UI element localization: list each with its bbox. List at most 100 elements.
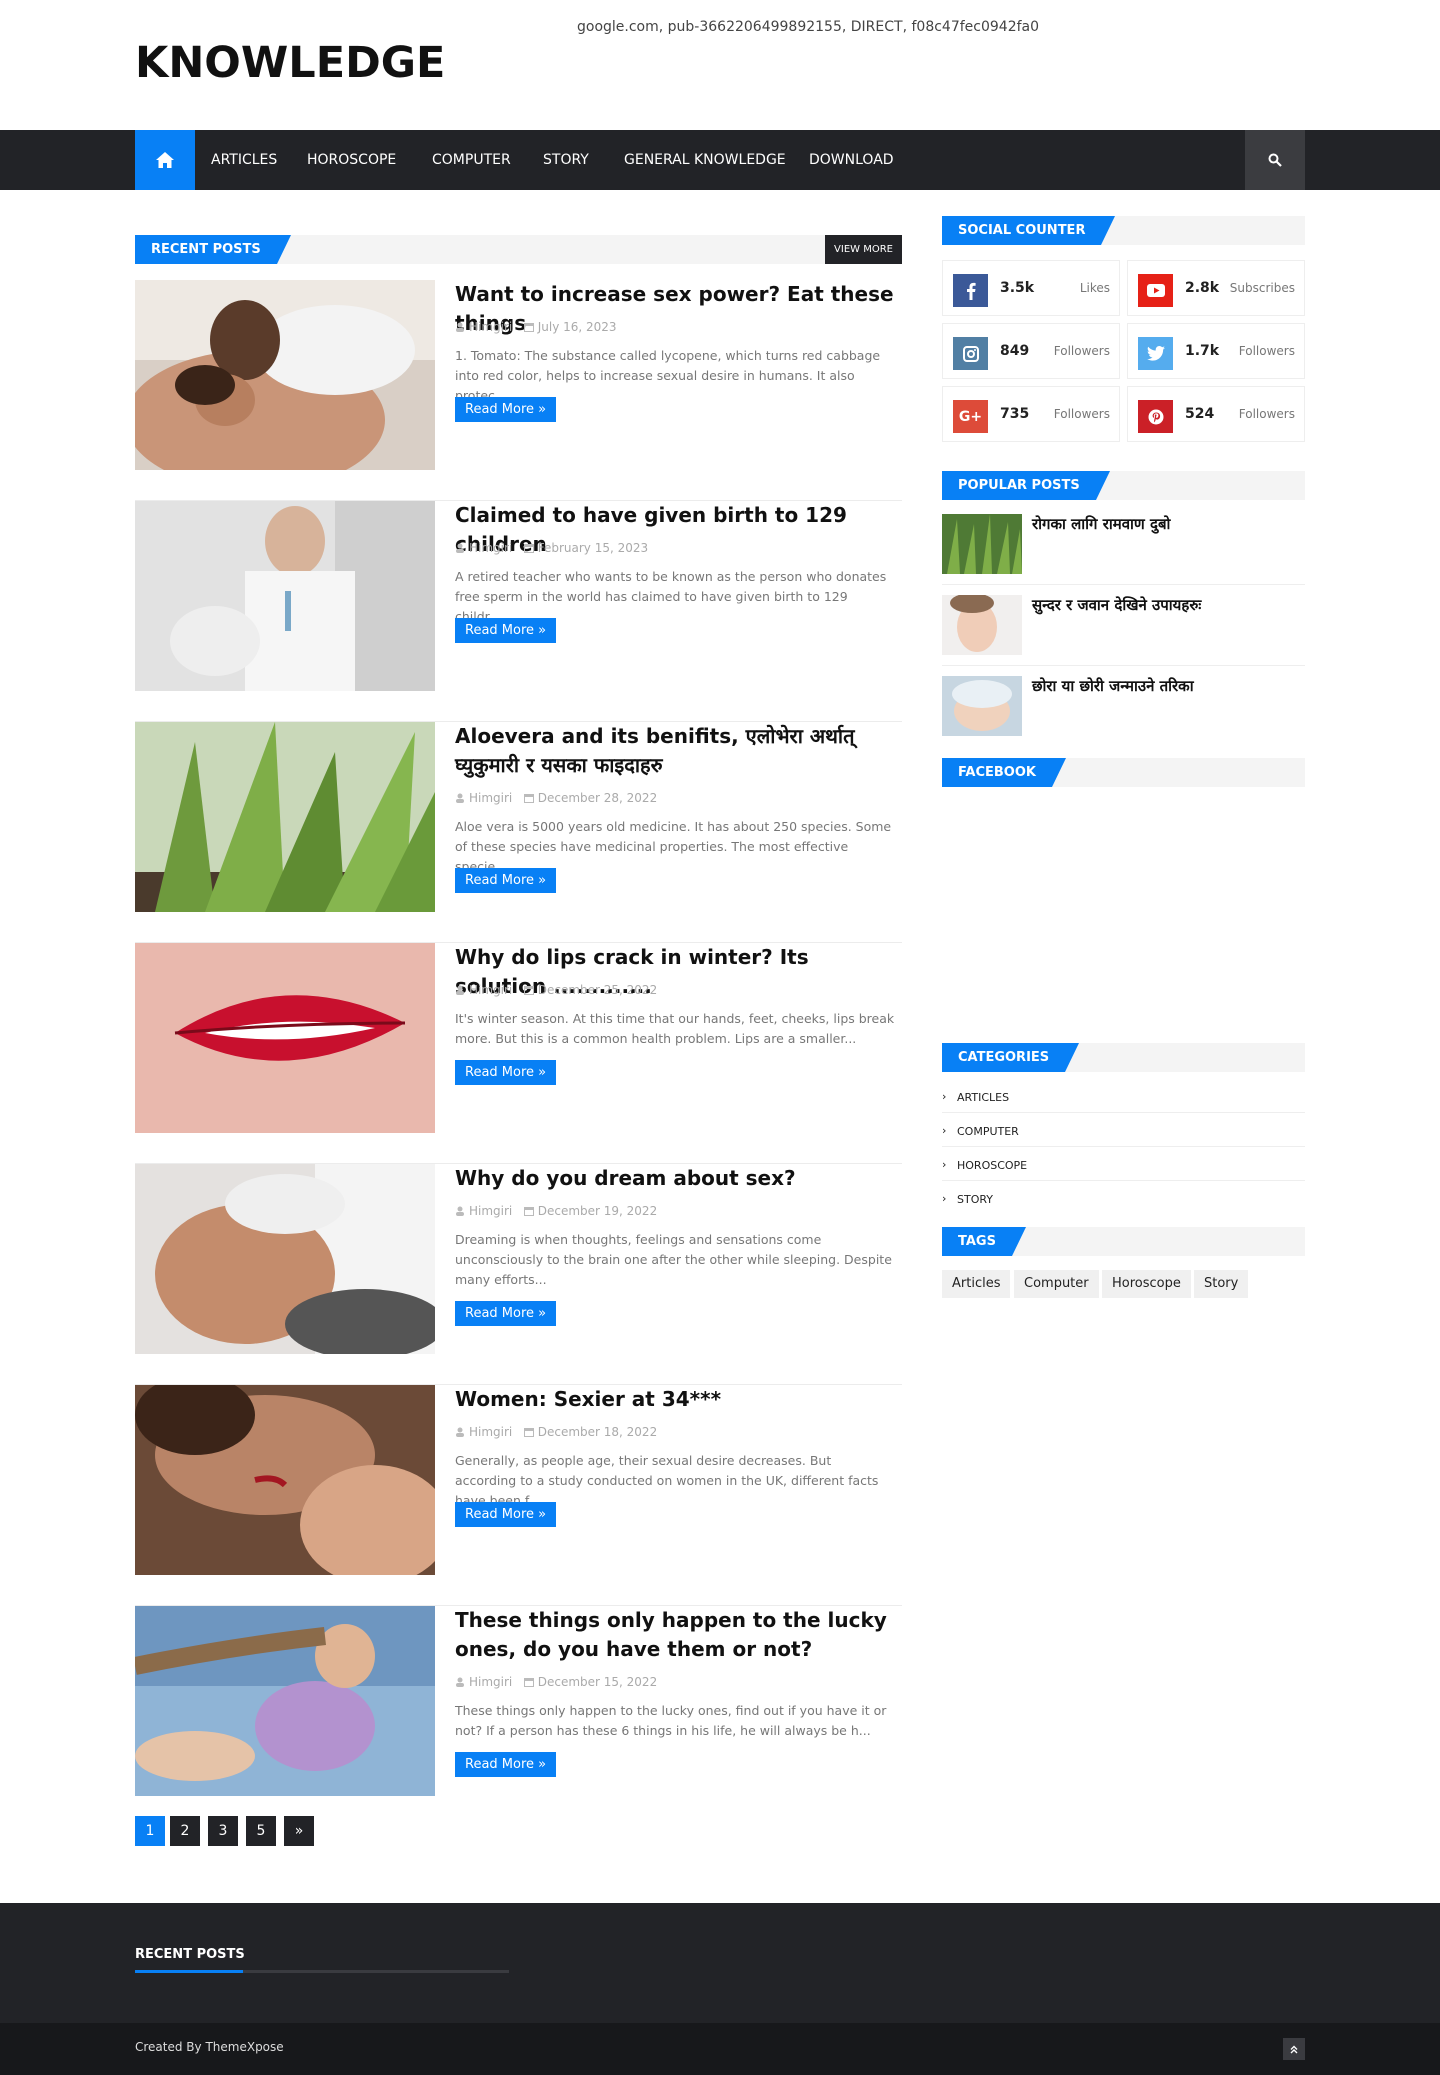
popular-post-thumbnail[interactable] [942,514,1022,574]
post-title[interactable]: Aloevera and its benifits, एलोभेरा अर्था… [455,722,895,780]
chevron-right-icon: › [942,1158,947,1171]
social-counter-header: SOCIAL COUNTER [942,216,1305,245]
popular-post-item[interactable]: छोरा या छोरी जन्माउने तरिका [942,676,1305,736]
post-thumbnail[interactable] [135,1385,435,1575]
post-thumbnail[interactable] [135,722,435,912]
nav-item-computer[interactable]: COMPUTER [432,130,511,190]
next-page-button[interactable]: » [284,1816,314,1846]
instagram-count-label: Followers [1053,344,1110,358]
tags-heading: TAGS [942,1227,1026,1256]
instagram-counter[interactable]: 849 Followers [942,323,1120,379]
post-item: Women: Sexier at 34*** Himgiri December … [135,1385,902,1606]
read-more-button[interactable]: Read More » [455,1502,557,1527]
post-item: These things only happen to the lucky on… [135,1606,902,1796]
post-title[interactable]: Women: Sexier at 34*** [455,1385,895,1414]
recent-posts-header: RECENT POSTS VIEW MORE [135,235,902,264]
post-author[interactable]: Himgiri [469,983,512,997]
view-more-button[interactable]: VIEW MORE [825,235,902,264]
read-more-button[interactable]: Read More » [455,397,557,422]
post-thumbnail[interactable] [135,943,435,1133]
popular-post-thumbnail[interactable] [942,595,1022,655]
post-thumbnail[interactable] [135,280,435,470]
post-date: December 28, 2022 [537,791,658,805]
categories-header: CATEGORIES [942,1043,1305,1072]
popular-post-item[interactable]: सुन्दर र जवान देखिने उपायहरुः [942,595,1305,655]
category-item-horoscope[interactable]: › HOROSCOPE [942,1147,1305,1181]
facebook-counter[interactable]: 3.5k Likes [942,260,1120,316]
popular-post-title[interactable]: रोगका लागि रामवाण दुबो [1032,514,1170,534]
post-meta: Himgiri July 16, 2023 [455,320,617,334]
calendar-icon [523,323,534,332]
post-author[interactable]: Himgiri [469,541,512,555]
post-thumbnail[interactable] [135,1606,435,1796]
nav-item-general-knowledge[interactable]: GENERAL KNOWLEDGE [624,130,786,190]
post-item: Aloevera and its benifits, एलोभेरा अर्था… [135,722,902,943]
divider [942,665,1305,666]
post-thumbnail[interactable] [135,501,435,691]
double-chevron-up-icon [1290,2045,1298,2053]
post-title[interactable]: Why do you dream about sex? [455,1164,895,1193]
popular-post-title[interactable]: सुन्दर र जवान देखिने उपायहरुः [1032,595,1201,615]
post-date: December 25, 2022 [537,983,658,997]
facebook-icon [953,274,988,307]
read-more-button[interactable]: Read More » [455,1301,557,1326]
page-2-button[interactable]: 2 [170,1816,200,1846]
read-more-button[interactable]: Read More » [455,1060,557,1085]
category-label[interactable]: COMPUTER [957,1125,1019,1138]
read-more-button[interactable]: Read More » [455,868,557,893]
footer [0,1903,1440,2023]
youtube-counter[interactable]: 2.8k Subscribes [1127,260,1305,316]
site-logo[interactable]: KNOWLEDGE [135,38,445,88]
category-label[interactable]: STORY [957,1193,993,1206]
page-5-button[interactable]: 5 [246,1816,276,1846]
nav-item-story[interactable]: STORY [543,130,589,190]
google-plus-count-label: Followers [1053,407,1110,421]
page-1-button[interactable]: 1 [135,1816,165,1846]
tags-header: TAGS [942,1227,1305,1256]
user-icon [456,543,464,553]
post-excerpt: It's winter season. At this time that ou… [455,1011,895,1046]
popular-post-title[interactable]: छोरा या छोरी जन्माउने तरिका [1032,676,1194,696]
tag-articles[interactable]: Articles [942,1270,1011,1298]
post-author[interactable]: Himgiri [469,791,512,805]
read-more-button[interactable]: Read More » [455,1752,557,1777]
search-button[interactable] [1245,130,1305,190]
user-icon [456,1427,464,1437]
nav-home-button[interactable] [135,130,195,190]
nav-item-articles[interactable]: ARTICLES [211,130,277,190]
tag-horoscope[interactable]: Horoscope [1102,1270,1191,1298]
tag-story[interactable]: Story [1194,1270,1249,1298]
category-item-computer[interactable]: › COMPUTER [942,1113,1305,1147]
nav-item-download[interactable]: DOWNLOAD [809,130,894,190]
post-author[interactable]: Himgiri [469,320,512,334]
post-date: December 15, 2022 [537,1675,658,1689]
instagram-icon [953,337,988,370]
category-item-story[interactable]: › STORY [942,1181,1305,1215]
popular-posts-header: POPULAR POSTS [942,471,1305,500]
tag-computer[interactable]: Computer [1014,1270,1099,1298]
popular-post-thumbnail[interactable] [942,676,1022,736]
calendar-icon [523,1428,534,1437]
pinterest-counter[interactable]: 524 Followers [1127,386,1305,442]
post-thumbnail[interactable] [135,1164,435,1354]
post-item: Claimed to have given birth to 129 child… [135,501,902,722]
category-item-articles[interactable]: › ARTICLES [942,1079,1305,1113]
read-more-button[interactable]: Read More » [455,618,557,643]
chevron-right-icon: › [942,1192,947,1205]
category-label[interactable]: HOROSCOPE [957,1159,1027,1172]
page-3-button[interactable]: 3 [208,1816,238,1846]
post-author[interactable]: Himgiri [469,1675,512,1689]
nav-item-horoscope[interactable]: HOROSCOPE [307,130,396,190]
twitter-counter[interactable]: 1.7k Followers [1127,323,1305,379]
post-item: Why do lips crack in winter? Its solutio… [135,943,902,1164]
category-label[interactable]: ARTICLES [957,1091,1009,1104]
google-plus-counter[interactable]: G+ 735 Followers [942,386,1120,442]
calendar-icon [523,544,534,553]
popular-post-item[interactable]: रोगका लागि रामवाण दुबो [942,514,1305,574]
post-author[interactable]: Himgiri [469,1425,512,1439]
chevron-right-icon: › [942,1090,947,1103]
post-title[interactable]: These things only happen to the lucky on… [455,1606,895,1664]
post-author[interactable]: Himgiri [469,1204,512,1218]
search-icon [1268,153,1282,167]
back-to-top-button[interactable] [1283,2038,1305,2060]
